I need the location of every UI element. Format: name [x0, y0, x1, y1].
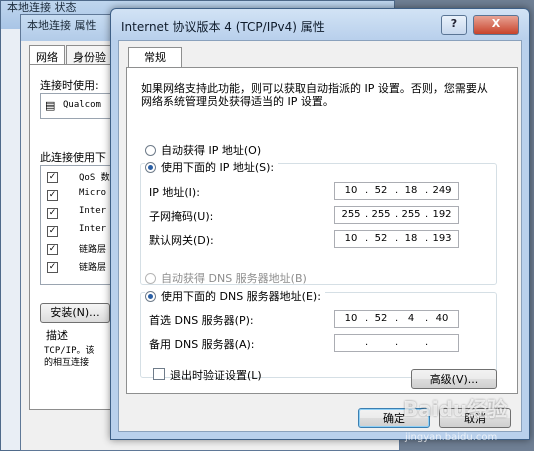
- description-line: 的相互连接: [44, 358, 90, 368]
- dns-manual-label: 使用下面的 DNS 服务器地址(E):: [161, 290, 321, 303]
- ip-auto-radio[interactable]: [145, 144, 156, 156]
- connect-using-label: 连接时使用:: [40, 79, 99, 92]
- description-label: 描述: [46, 329, 68, 342]
- ip-address-octet: 52: [374, 185, 388, 196]
- gateway-octet: 52: [374, 233, 388, 244]
- preferred-dns-octet: 4: [407, 313, 415, 324]
- ip-auto-label: 自动获得 IP 地址(O): [161, 144, 262, 157]
- item-checkbox[interactable]: ✓: [47, 190, 58, 201]
- ip-dot: .: [425, 313, 429, 324]
- baidu-watermark-url: jingyan.baidu.com: [405, 432, 498, 443]
- tcpip-properties-dialog: Internet 协议版本 4 (TCP/IPv4) 属性 ? X 常规 如果网…: [110, 8, 530, 440]
- subnet-octet: 255: [401, 209, 421, 220]
- ip-dot: .: [365, 233, 369, 244]
- ip-dot: .: [395, 313, 399, 324]
- preferred-dns-input[interactable]: 10 . 52 . 4 . 40: [334, 310, 459, 328]
- ip-manual-radio[interactable]: [145, 161, 156, 173]
- gateway-octet: 10: [344, 233, 358, 244]
- ip-manual-option[interactable]: 使用下面的 IP 地址(S):: [145, 159, 279, 175]
- background-status-title: 本地连接 状态: [7, 1, 77, 14]
- preferred-dns-label: 首选 DNS 服务器(P):: [149, 314, 254, 327]
- list-item[interactable]: QoS 数: [79, 170, 110, 183]
- gateway-input[interactable]: 10 . 52 . 18 . 193: [334, 230, 459, 248]
- dns-auto-radio[interactable]: [145, 272, 156, 284]
- dns-auto-option[interactable]: 自动获得 DNS 服务器地址(B): [145, 270, 307, 286]
- list-item[interactable]: 链路层: [79, 260, 106, 273]
- list-item[interactable]: Micro: [79, 188, 106, 198]
- ip-address-octet: 10: [344, 185, 358, 196]
- dialog-client-area: 常规 如果网络支持此功能，则可以获取自动指派的 IP 设置。否则，您需要从网络系…: [118, 40, 522, 432]
- ip-dot: .: [365, 313, 369, 324]
- item-checkbox[interactable]: ✓: [47, 226, 58, 237]
- ip-dot: .: [425, 233, 429, 244]
- items-label: 此连接使用下: [40, 151, 106, 164]
- ip-dot: .: [395, 185, 399, 196]
- ip-dot: .: [425, 209, 429, 220]
- list-item[interactable]: Inter: [79, 206, 106, 216]
- list-item[interactable]: Inter: [79, 224, 106, 234]
- baidu-watermark: Baidu经验: [403, 397, 508, 421]
- install-button[interactable]: 安装(N)...: [40, 303, 110, 323]
- subnet-octet: 255: [371, 209, 391, 220]
- alternate-dns-input[interactable]: . . .: [334, 334, 459, 352]
- subnet-mask-input[interactable]: 255 . 255 . 255 . 192: [334, 206, 459, 224]
- ip-address-input[interactable]: 10 . 52 . 18 . 249: [334, 182, 459, 200]
- background-tabs: 网络 身份验: [29, 45, 114, 65]
- tab-general[interactable]: 常规: [128, 47, 182, 68]
- dns-manual-radio[interactable]: [145, 290, 156, 302]
- ip-dot: .: [365, 209, 369, 220]
- background-properties-title: 本地连接 属性: [27, 19, 97, 32]
- subnet-label: 子网掩码(U):: [149, 210, 214, 223]
- ip-dot: .: [425, 337, 429, 348]
- general-panel: 如果网络支持此功能，则可以获取自动指派的 IP 设置。否则，您需要从网络系统管理…: [126, 67, 518, 394]
- tab-sharing[interactable]: 身份验: [66, 45, 113, 65]
- gateway-label: 默认网关(D):: [149, 234, 214, 247]
- ip-dot: .: [395, 337, 399, 348]
- validate-label: 退出时验证设置(L): [170, 369, 262, 382]
- dialog-title: Internet 协议版本 4 (TCP/IPv4) 属性: [121, 20, 325, 34]
- network-adapter-icon: ▤: [45, 99, 56, 112]
- ip-dot: .: [395, 233, 399, 244]
- gateway-octet: 18: [404, 233, 418, 244]
- list-item[interactable]: 链路层: [79, 242, 106, 255]
- subnet-octet: 255: [341, 209, 361, 220]
- ip-manual-label: 使用下面的 IP 地址(S):: [161, 161, 275, 174]
- gateway-octet: 193: [432, 233, 452, 244]
- ip-dot: .: [395, 209, 399, 220]
- tab-network[interactable]: 网络: [29, 45, 65, 65]
- help-button[interactable]: ?: [441, 15, 467, 35]
- close-button[interactable]: X: [473, 15, 519, 35]
- ip-dot: .: [365, 337, 369, 348]
- advanced-button[interactable]: 高级(V)...: [411, 369, 497, 389]
- subnet-octet: 192: [432, 209, 452, 220]
- item-checkbox[interactable]: ✓: [47, 262, 58, 273]
- validate-checkbox[interactable]: [153, 368, 165, 380]
- ip-dot: .: [365, 185, 369, 196]
- alternate-dns-label: 备用 DNS 服务器(A):: [149, 338, 255, 351]
- preferred-dns-octet: 10: [344, 313, 358, 324]
- item-checkbox[interactable]: ✓: [47, 208, 58, 219]
- dns-manual-option[interactable]: 使用下面的 DNS 服务器地址(E):: [145, 288, 325, 304]
- ip-dot: .: [425, 185, 429, 196]
- item-checkbox[interactable]: ✓: [47, 172, 58, 183]
- ip-address-octet: 249: [432, 185, 452, 196]
- dialog-description: 如果网络支持此功能，则可以获取自动指派的 IP 设置。否则，您需要从网络系统管理…: [141, 82, 488, 108]
- ip-address-label: IP 地址(I):: [149, 186, 200, 199]
- dns-auto-label: 自动获得 DNS 服务器地址(B): [161, 272, 307, 285]
- ip-address-octet: 18: [404, 185, 418, 196]
- item-checkbox[interactable]: ✓: [47, 244, 58, 255]
- ip-auto-option[interactable]: 自动获得 IP 地址(O): [145, 142, 261, 158]
- adapter-name: Qualcom: [63, 100, 101, 110]
- preferred-dns-octet: 40: [435, 313, 449, 324]
- preferred-dns-octet: 52: [374, 313, 388, 324]
